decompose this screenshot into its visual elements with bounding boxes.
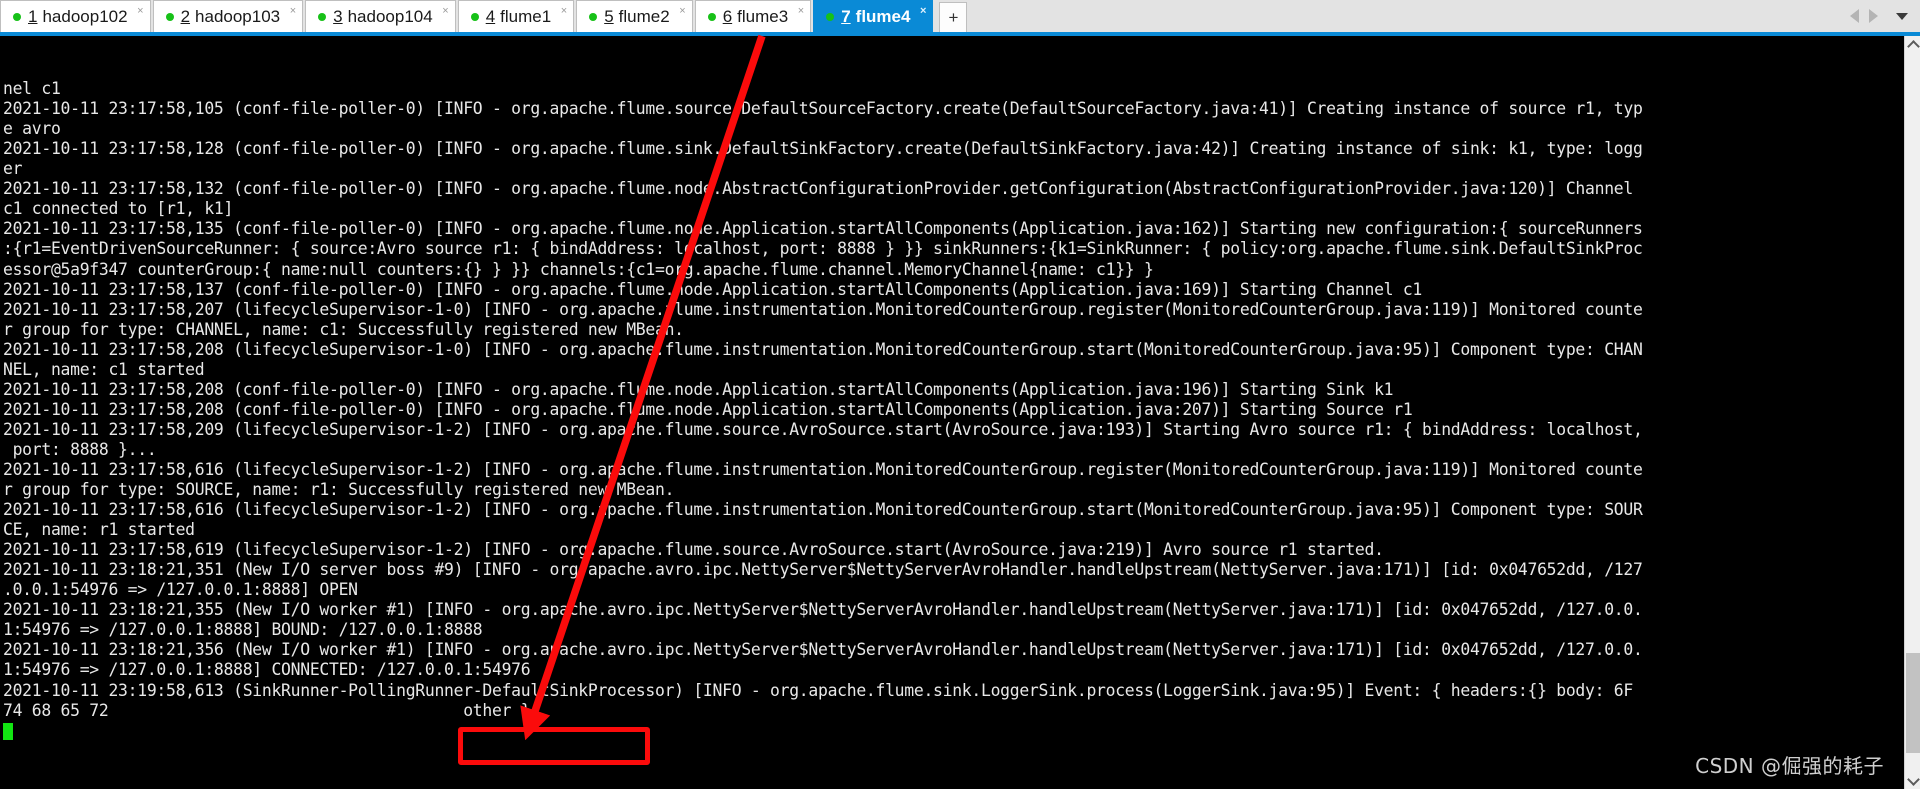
terminal-line: 74 68 65 72 other } — [3, 700, 531, 720]
chevron-up-icon — [1906, 39, 1920, 53]
close-icon[interactable]: × — [290, 6, 296, 17]
terminal-line: 2021-10-11 23:17:58,128 (conf-file-polle… — [3, 139, 1643, 159]
terminal-line: 2021-10-11 23:17:58,209 (lifecycleSuperv… — [3, 419, 1643, 439]
tab-hadoop102[interactable]: 1 hadoop102 × — [0, 0, 151, 32]
scrollbar-thumb[interactable] — [1906, 653, 1920, 753]
cursor-block — [3, 722, 13, 740]
terminal-line: e avro — [3, 119, 61, 139]
close-icon[interactable]: × — [561, 6, 567, 17]
tab-index-label: 6 — [722, 6, 733, 26]
left-arrow-icon[interactable] — [1850, 9, 1859, 23]
terminal-line: 2021-10-11 23:18:21,356 (New I/O worker … — [3, 640, 1643, 660]
right-arrow-icon[interactable] — [1869, 9, 1878, 23]
status-dot-icon — [13, 12, 21, 21]
close-icon[interactable]: × — [679, 6, 685, 17]
terminal-line: 2021-10-11 23:17:58,137 (conf-file-polle… — [3, 279, 1423, 299]
close-icon[interactable]: × — [798, 6, 804, 17]
tab-bar-controls — [1850, 0, 1920, 32]
terminal-line: 2021-10-11 23:18:21,351 (New I/O server … — [3, 560, 1643, 580]
tab-flume4[interactable]: 7 flume4 × — [813, 0, 934, 32]
tab-label: flume4 — [855, 6, 911, 26]
terminal-line: 2021-10-11 23:17:58,616 (lifecycleSuperv… — [3, 459, 1643, 479]
new-tab-label: + — [948, 7, 959, 27]
terminal-line: 2021-10-11 23:17:58,105 (conf-file-polle… — [3, 99, 1643, 119]
scroll-down-button[interactable] — [1905, 772, 1920, 789]
terminal-line: 1:54976 => /127.0.0.1:8888] BOUND: /127.… — [3, 620, 483, 640]
close-icon[interactable]: × — [920, 6, 926, 17]
new-tab-button[interactable]: + — [939, 2, 968, 32]
terminal-line: 2021-10-11 23:17:58,132 (conf-file-polle… — [3, 179, 1633, 199]
watermark: CSDN @倔强的耗子 — [1695, 754, 1884, 778]
tab-label: flume1 — [500, 6, 552, 26]
terminal-window: 1 hadoop102 × 2 hadoop103 × 3 hadoop104 × 4 flume1… — [0, 0, 1920, 789]
terminal-line: 2021-10-11 23:18:21,355 (New I/O worker … — [3, 600, 1643, 620]
terminal-line: 2021-10-11 23:17:58,616 (lifecycleSuperv… — [3, 500, 1643, 520]
tab-label: flume2 — [618, 6, 670, 26]
terminal-line: CE, name: r1 started — [3, 520, 195, 540]
terminal-line: r group for type: SOURCE, name: r1: Succ… — [3, 480, 675, 500]
status-dot-icon — [318, 12, 327, 21]
terminal-line: port: 8888 }... — [3, 439, 157, 459]
terminal-line: 2021-10-11 23:17:58,135 (conf-file-polle… — [3, 219, 1643, 239]
status-dot-icon — [707, 12, 716, 21]
tab-index-label: 2 — [180, 6, 191, 26]
tab-hadoop104[interactable]: 3 hadoop104 × — [305, 0, 456, 32]
terminal-line: 2021-10-11 23:17:58,208 (conf-file-polle… — [3, 399, 1413, 419]
tab-index-label: 1 — [28, 6, 38, 26]
tab-label: hadoop102 — [42, 6, 128, 26]
scroll-up-button[interactable] — [1905, 36, 1920, 53]
tab-bar: 1 hadoop102 × 2 hadoop103 × 3 hadoop104 × 4 flume1… — [0, 0, 1920, 36]
terminal-line: er — [3, 159, 23, 179]
terminal-line: essor@5a9f347 counterGroup:{ name:null c… — [3, 259, 1154, 279]
tab-label: hadoop104 — [347, 6, 433, 26]
tab-flume3[interactable]: 6 flume3 × — [694, 0, 812, 32]
status-dot-icon — [470, 12, 479, 21]
tab-index-label: 4 — [485, 6, 496, 26]
terminal-line: NEL, name: c1 started — [3, 359, 205, 379]
chevron-down-icon[interactable] — [1896, 12, 1908, 20]
terminal-line: c1 connected to [r1, k1] — [3, 199, 234, 219]
status-dot-icon — [589, 12, 598, 21]
tab-hadoop103[interactable]: 2 hadoop103 × — [152, 0, 304, 32]
terminal-line: 2021-10-11 23:19:58,613 (SinkRunner-Poll… — [3, 680, 1633, 700]
tab-label: flume3 — [737, 6, 789, 26]
terminal-line: 2021-10-11 23:17:58,619 (lifecycleSuperv… — [3, 540, 1384, 560]
tab-label: hadoop103 — [195, 6, 281, 26]
terminal-line: 2021-10-11 23:17:58,208 (conf-file-polle… — [3, 379, 1394, 399]
tab-index-label: 3 — [333, 6, 343, 26]
status-dot-icon — [165, 12, 174, 21]
terminal-line: r group for type: CHANNEL, name: c1: Suc… — [3, 319, 684, 339]
status-dot-icon — [826, 12, 835, 21]
terminal-output[interactable]: nel c1 2021-10-11 23:17:58,105 (conf-file… — [0, 36, 1904, 789]
terminal-scrollbar[interactable] — [1904, 36, 1920, 789]
tab-flume1[interactable]: 4 flume1 × — [457, 0, 575, 32]
chevron-down-icon — [1906, 772, 1920, 786]
terminal-line: 2021-10-11 23:17:58,207 (lifecycleSuperv… — [3, 299, 1643, 319]
terminal-line: nel c1 — [3, 79, 61, 99]
tab-index-label: 7 — [841, 6, 851, 26]
terminal-line: :{r1=EventDrivenSourceRunner: { source:A… — [3, 239, 1643, 259]
terminal-line: 2021-10-11 23:17:58,208 (lifecycleSuperv… — [3, 339, 1643, 359]
close-icon[interactable]: × — [137, 6, 143, 17]
tab-list: 1 hadoop102 × 2 hadoop103 × 3 hadoop104 × 4 flume1… — [0, 0, 935, 32]
terminal-cursor-line — [3, 721, 1904, 741]
tab-flume2[interactable]: 5 flume2 × — [576, 0, 693, 32]
tab-index-label: 5 — [604, 6, 614, 26]
terminal-line: 1:54976 => /127.0.0.1:8888] CONNECTED: /… — [3, 660, 531, 680]
close-icon[interactable]: × — [442, 6, 448, 17]
terminal-line: .0.0.1:54976 => /127.0.0.1:8888] OPEN — [3, 580, 358, 600]
